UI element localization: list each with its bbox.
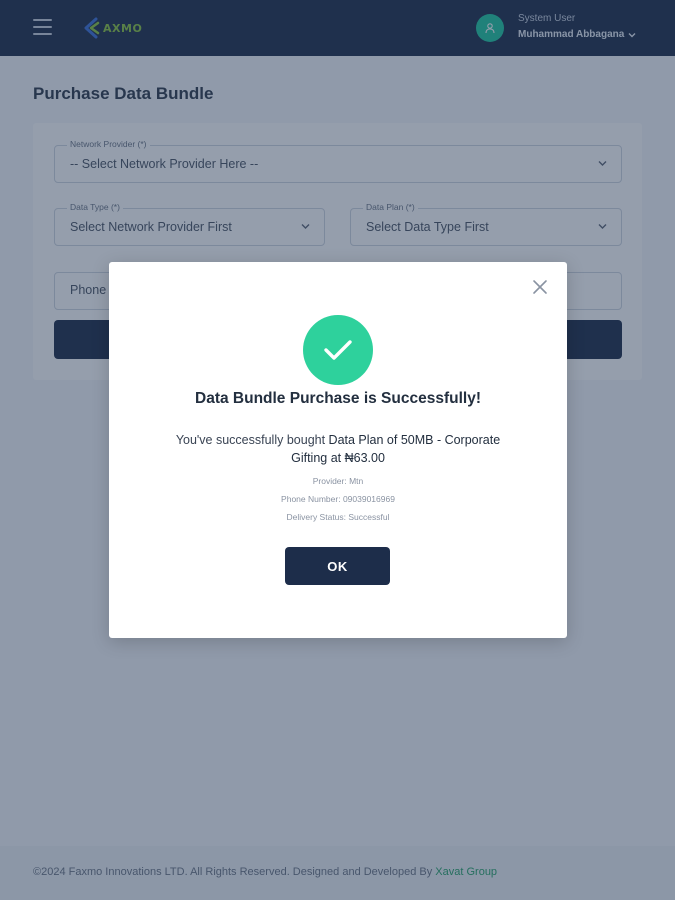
modal-message-prefix: You've successfully bought — [175, 433, 329, 447]
delivery-status-detail: Delivery Status: Successful — [286, 512, 390, 522]
checkmark-icon — [324, 340, 352, 360]
provider-detail: Provider: Mtn — [312, 476, 364, 486]
success-badge — [303, 315, 373, 385]
ok-button[interactable]: OK — [285, 547, 390, 585]
success-modal: Data Bundle Purchase is Successfully! Yo… — [109, 262, 567, 638]
phone-number-detail: Phone Number: 09039016969 — [281, 494, 395, 504]
close-icon[interactable] — [531, 278, 549, 296]
modal-title: Data Bundle Purchase is Successfully! — [195, 390, 481, 407]
modal-message: You've successfully bought Data Plan of … — [173, 431, 503, 467]
